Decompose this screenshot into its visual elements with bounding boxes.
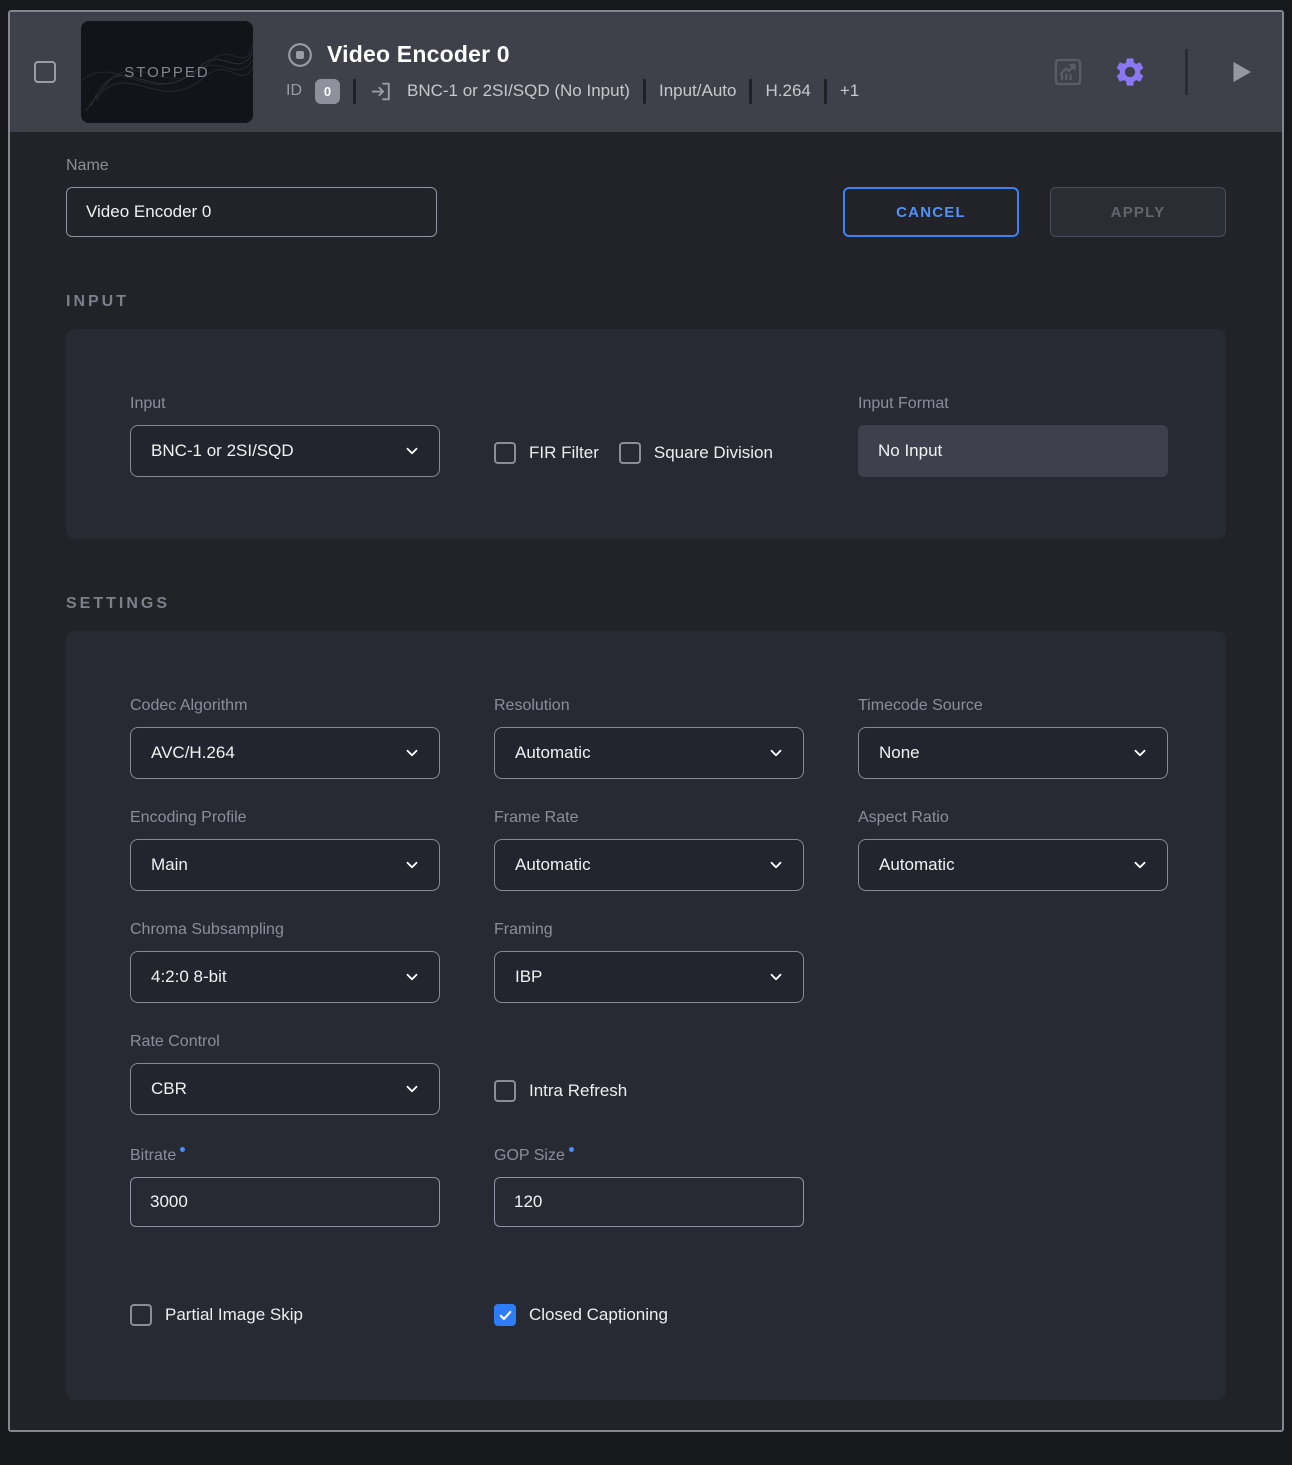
breadcrumb: ID 0 BNC-1 or 2SI/SQD (No Input) Input/A… bbox=[286, 79, 859, 104]
chevron-down-icon bbox=[767, 968, 785, 986]
page-background: STOPPED Video Encoder 0 ID 0 bbox=[0, 0, 1292, 1465]
chevron-down-icon bbox=[403, 856, 421, 874]
aspect-ratio-select[interactable]: Automatic bbox=[858, 839, 1168, 891]
chevron-down-icon bbox=[403, 442, 421, 460]
apply-button[interactable]: APPLY bbox=[1050, 187, 1226, 237]
closed-captioning-label: Closed Captioning bbox=[529, 1305, 668, 1325]
codec-algorithm-label: Codec Algorithm bbox=[130, 697, 440, 715]
input-panel: Input BNC-1 or 2SI/SQD FIR Filter bbox=[66, 329, 1226, 539]
codec-algorithm-select[interactable]: AVC/H.264 bbox=[130, 727, 440, 779]
select-encoder-checkbox[interactable] bbox=[34, 61, 56, 83]
rate-control-select[interactable]: CBR bbox=[130, 1063, 440, 1115]
chevron-down-icon bbox=[403, 744, 421, 762]
chroma-subsampling-label: Chroma Subsampling bbox=[130, 921, 440, 939]
source-text: BNC-1 or 2SI/SQD (No Input) bbox=[407, 81, 630, 101]
name-input[interactable] bbox=[66, 187, 437, 237]
id-badge: 0 bbox=[315, 79, 340, 104]
bitrate-input[interactable] bbox=[130, 1177, 440, 1227]
encoder-title: Video Encoder 0 bbox=[327, 41, 510, 68]
input-format-label: Input Format bbox=[858, 395, 1168, 413]
chevron-down-icon bbox=[403, 968, 421, 986]
stats-chart-icon[interactable] bbox=[1051, 55, 1085, 89]
encoder-card: STOPPED Video Encoder 0 ID 0 bbox=[8, 10, 1284, 1432]
gop-size-input[interactable] bbox=[494, 1177, 804, 1227]
meta-input-mode: Input/Auto bbox=[659, 81, 737, 101]
divider bbox=[353, 79, 356, 104]
frame-rate-label: Frame Rate bbox=[494, 809, 804, 827]
preview-thumbnail: STOPPED bbox=[81, 21, 253, 123]
gear-icon[interactable] bbox=[1113, 55, 1147, 89]
input-select[interactable]: BNC-1 or 2SI/SQD bbox=[130, 425, 440, 477]
chevron-down-icon bbox=[767, 744, 785, 762]
fir-filter-checkbox[interactable] bbox=[494, 442, 516, 464]
resolution-select[interactable]: Automatic bbox=[494, 727, 804, 779]
header-actions bbox=[1051, 49, 1256, 95]
rate-control-label: Rate Control bbox=[130, 1033, 440, 1051]
divider bbox=[749, 79, 752, 104]
encoding-profile-label: Encoding Profile bbox=[130, 809, 440, 827]
square-division-label: Square Division bbox=[654, 443, 773, 463]
fir-filter-label: FIR Filter bbox=[529, 443, 599, 463]
stop-circle-icon bbox=[286, 41, 314, 69]
framing-select[interactable]: IBP bbox=[494, 951, 804, 1003]
intra-refresh-checkbox[interactable] bbox=[494, 1080, 516, 1102]
input-section-title: INPUT bbox=[66, 293, 1226, 311]
closed-captioning-checkbox[interactable] bbox=[494, 1304, 516, 1326]
square-division-checkbox[interactable] bbox=[619, 442, 641, 464]
meta-codec: H.264 bbox=[765, 81, 810, 101]
partial-image-skip-checkbox[interactable] bbox=[130, 1304, 152, 1326]
title-block: Video Encoder 0 ID 0 BNC-1 or 2SI/SQD (N… bbox=[286, 41, 859, 104]
timecode-source-label: Timecode Source bbox=[858, 697, 1168, 715]
encoder-header: STOPPED Video Encoder 0 ID 0 bbox=[10, 12, 1282, 132]
required-dot bbox=[569, 1147, 574, 1152]
framing-label: Framing bbox=[494, 921, 804, 939]
meta-more-count[interactable]: +1 bbox=[840, 81, 859, 101]
input-label: Input bbox=[130, 395, 440, 413]
chevron-down-icon bbox=[1131, 856, 1149, 874]
resolution-label: Resolution bbox=[494, 697, 804, 715]
chroma-subsampling-select[interactable]: 4:2:0 8-bit bbox=[130, 951, 440, 1003]
input-source-icon bbox=[369, 79, 394, 104]
divider bbox=[1185, 49, 1188, 95]
divider bbox=[824, 79, 827, 104]
required-dot bbox=[180, 1147, 185, 1152]
play-icon[interactable] bbox=[1226, 57, 1256, 87]
name-row: Name CANCEL APPLY bbox=[66, 157, 1226, 237]
encoding-profile-select[interactable]: Main bbox=[130, 839, 440, 891]
intra-refresh-label: Intra Refresh bbox=[529, 1081, 627, 1101]
gop-size-label: GOP Size bbox=[494, 1147, 804, 1165]
chevron-down-icon bbox=[767, 856, 785, 874]
partial-image-skip-label: Partial Image Skip bbox=[165, 1305, 303, 1325]
settings-section-title: SETTINGS bbox=[66, 595, 1226, 613]
chevron-down-icon bbox=[403, 1080, 421, 1098]
timecode-source-select[interactable]: None bbox=[858, 727, 1168, 779]
cancel-button[interactable]: CANCEL bbox=[843, 187, 1019, 237]
aspect-ratio-label: Aspect Ratio bbox=[858, 809, 1168, 827]
id-label: ID bbox=[286, 82, 302, 100]
input-format-value: No Input bbox=[858, 425, 1168, 477]
status-badge: STOPPED bbox=[124, 64, 209, 81]
frame-rate-select[interactable]: Automatic bbox=[494, 839, 804, 891]
divider bbox=[643, 79, 646, 104]
name-label: Name bbox=[66, 157, 437, 175]
bitrate-label: Bitrate bbox=[130, 1147, 440, 1165]
encoder-form: Name CANCEL APPLY INPUT Input BNC-1 or 2… bbox=[10, 132, 1282, 1430]
chevron-down-icon bbox=[1131, 744, 1149, 762]
settings-panel: Codec Algorithm AVC/H.264 Resolution Aut… bbox=[66, 631, 1226, 1400]
